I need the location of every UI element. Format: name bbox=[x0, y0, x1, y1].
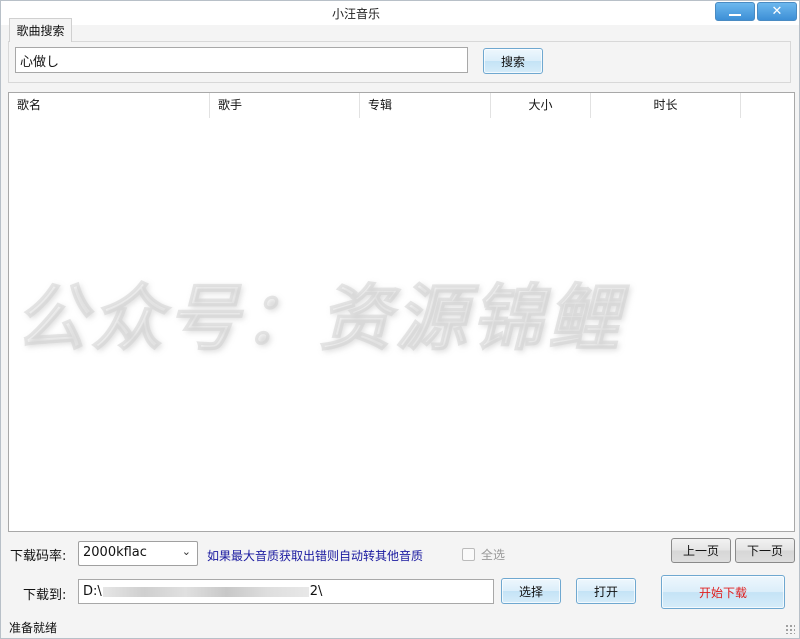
quality-hint: 如果最大音质获取出错则自动转其他音质 bbox=[207, 549, 424, 563]
close-icon: ✕ bbox=[771, 4, 783, 19]
choose-folder-button[interactable]: 选择 bbox=[501, 578, 561, 604]
path-prefix: D:\ bbox=[83, 584, 102, 599]
column-header-duration[interactable]: 时长 bbox=[591, 93, 741, 118]
prev-page-button[interactable]: 上一页 bbox=[671, 538, 731, 563]
start-download-button[interactable]: 开始下载 bbox=[661, 575, 785, 609]
open-folder-button[interactable]: 打开 bbox=[576, 578, 636, 604]
chevron-down-icon: ⌄ bbox=[181, 545, 191, 558]
status-text: 准备就绪 bbox=[9, 621, 58, 635]
search-input[interactable] bbox=[15, 47, 468, 73]
window-title: 小汪音乐 bbox=[331, 7, 380, 21]
close-button[interactable]: ✕ bbox=[757, 2, 797, 21]
column-header-size[interactable]: 大小 bbox=[491, 93, 591, 118]
minimize-icon bbox=[729, 13, 741, 16]
bitrate-label: 下载码率: bbox=[10, 549, 67, 564]
minimize-button[interactable] bbox=[715, 2, 755, 21]
resize-grip-icon[interactable] bbox=[785, 624, 795, 634]
column-header-artist[interactable]: 歌手 bbox=[210, 93, 360, 118]
title-bar[interactable]: 小汪音乐 ✕ bbox=[1, 1, 799, 25]
app-window: 小汪音乐 ✕ 歌曲搜索 搜索 歌名 歌手 专辑 大小 时长 公众号：资源锦鲤 下… bbox=[0, 0, 800, 639]
results-table[interactable]: 歌名 歌手 专辑 大小 时长 bbox=[8, 92, 795, 532]
download-path-label: 下载到: bbox=[23, 588, 67, 603]
table-header: 歌名 歌手 专辑 大小 时长 bbox=[9, 93, 794, 118]
column-header-title[interactable]: 歌名 bbox=[9, 93, 210, 118]
column-header-album[interactable]: 专辑 bbox=[360, 93, 491, 118]
bitrate-select[interactable]: 2000kflac ⌄ bbox=[78, 541, 198, 566]
search-button[interactable]: 搜索 bbox=[483, 48, 543, 74]
tab-song-search[interactable]: 歌曲搜索 bbox=[9, 18, 72, 42]
bitrate-selected-value: 2000kflac bbox=[83, 545, 147, 560]
path-suffix: 2\ bbox=[309, 584, 323, 599]
next-page-button[interactable]: 下一页 bbox=[735, 538, 795, 563]
checkbox-icon[interactable] bbox=[462, 548, 475, 561]
select-all-label: 全选 bbox=[481, 548, 506, 562]
download-path-input[interactable]: D:\ 2\ bbox=[78, 579, 494, 604]
redacted-path-segment bbox=[102, 586, 309, 597]
select-all-checkbox[interactable]: 全选 bbox=[462, 546, 505, 563]
